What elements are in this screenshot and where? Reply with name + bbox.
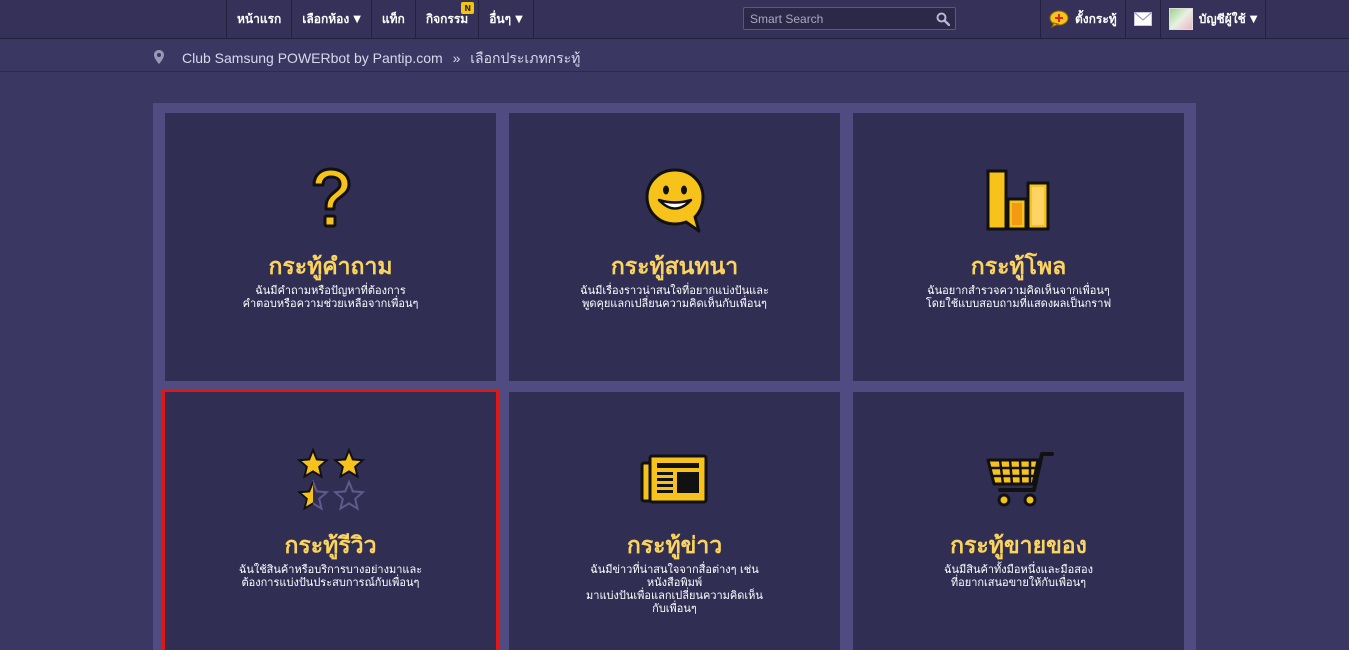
- desc-line: กับเพื่อนๆ: [652, 602, 697, 615]
- create-topic-button[interactable]: ตั้งกระทู้: [1041, 0, 1126, 38]
- card-description: ฉันมีข่าวที่น่าสนใจจากสื่อต่างๆ เช่น หนั…: [539, 563, 810, 615]
- nav-more-label: อื่นๆ: [489, 11, 512, 26]
- create-topic-icon: [1049, 10, 1069, 28]
- new-badge: N: [461, 2, 475, 14]
- envelope-icon: [1133, 12, 1152, 26]
- breadcrumb-club-link[interactable]: Club Samsung POWERbot by Pantip.com: [182, 50, 443, 66]
- breadcrumb: Club Samsung POWERbot by Pantip.com » เล…: [0, 40, 1349, 72]
- nav-tags-label: แท็ก: [381, 11, 405, 26]
- nav-choose-room-label: เลือกห้อง: [302, 11, 350, 26]
- account-menu[interactable]: บัญชีผู้ใช้ ▼: [1161, 0, 1267, 38]
- smiley-chat-icon: [509, 165, 840, 237]
- search-icon[interactable]: [931, 8, 955, 29]
- card-title: กระทู้สนทนา: [610, 254, 739, 280]
- breadcrumb-current: เลือกประเภทกระทู้: [470, 50, 581, 66]
- card-title: กระทู้คำถาม: [268, 254, 393, 280]
- user-menu: ตั้งกระทู้ บัญชีผู้ใช้ ▼: [1040, 0, 1267, 38]
- card-title: กระทู้โพล: [970, 254, 1067, 280]
- desc-line: ฉันมีเรื่องราวน่าสนใจที่อยากแบ่งปันและ: [580, 284, 769, 297]
- nav-choose-room[interactable]: เลือกห้อง ▼: [292, 0, 372, 38]
- messages-button[interactable]: [1126, 0, 1161, 38]
- card-title: กระทู้ขายของ: [950, 533, 1087, 559]
- nav-more[interactable]: อื่นๆ ▼: [479, 0, 534, 38]
- account-label: บัญชีผู้ใช้: [1198, 11, 1246, 26]
- card-title: กระทู้รีวิว: [284, 533, 377, 559]
- desc-line: ฉันอยากสำรวจความคิดเห็นจากเพื่อนๆ: [927, 284, 1110, 297]
- nav-activities[interactable]: กิจกรรม N: [416, 0, 480, 38]
- card-description: ฉันใช้สินค้าหรือบริการบางอย่างมาและ ต้อง…: [195, 563, 466, 589]
- desc-line: ที่อยากเสนอขายให้กับเพื่อนๆ: [950, 576, 1087, 589]
- top-navbar: หน้าแรก เลือกห้อง ▼ แท็ก กิจกรรม N อื่นๆ…: [0, 0, 1349, 39]
- card-description: ฉันมีสินค้าทั้งมือหนึ่งและมือสอง ที่อยาก…: [883, 563, 1154, 589]
- bar-chart-icon: [853, 165, 1184, 237]
- search-input[interactable]: [744, 8, 931, 29]
- desc-line: ฉันมีสินค้าทั้งมือหนึ่งและมือสอง: [944, 563, 1093, 576]
- desc-line: ฉันใช้สินค้าหรือบริการบางอย่างมาและ: [238, 563, 423, 576]
- location-pin-icon: [154, 49, 164, 68]
- chevron-down-icon: ▼: [353, 13, 361, 25]
- shopping-cart-icon: [853, 444, 1184, 516]
- avatar: [1168, 8, 1193, 30]
- desc-line: โดยใช้แบบสอบถามที่แสดงผลเป็นกราฟ: [925, 297, 1112, 310]
- breadcrumb-separator: »: [452, 50, 461, 66]
- question-mark-icon: [165, 165, 496, 237]
- create-topic-label: ตั้งกระทู้: [1075, 11, 1117, 26]
- topic-type-chat[interactable]: กระทู้สนทนา ฉันมีเรื่องราวน่าสนใจที่อยาก…: [509, 113, 840, 381]
- desc-line: มาแบ่งปันเพื่อแลกเปลี่ยนความคิดเห็น: [586, 589, 763, 602]
- chevron-down-icon: ▼: [1249, 13, 1258, 25]
- card-description: ฉันมีคำถามหรือปัญหาที่ต้องการ คำตอบหรือค…: [195, 284, 466, 310]
- desc-line: ฉันมีข่าวที่น่าสนใจจากสื่อต่างๆ เช่น: [590, 563, 759, 576]
- topic-type-grid: กระทู้คำถาม ฉันมีคำถามหรือปัญหาที่ต้องกา…: [153, 103, 1196, 650]
- desc-line: พูดคุยแลกเปลี่ยนความคิดเห็นกับเพื่อนๆ: [582, 297, 767, 310]
- topic-type-poll[interactable]: กระทู้โพล ฉันอยากสำรวจความคิดเห็นจากเพื่…: [853, 113, 1184, 381]
- card-description: ฉันมีเรื่องราวน่าสนใจที่อยากแบ่งปันและ พ…: [539, 284, 810, 310]
- card-title: กระทู้ข่าว: [626, 533, 723, 559]
- smart-search: [743, 7, 956, 30]
- newspaper-icon: [509, 444, 840, 516]
- nav-home[interactable]: หน้าแรก: [227, 0, 293, 38]
- desc-line: หนังสือพิมพ์: [646, 576, 703, 589]
- desc-line: คำตอบหรือความช่วยเหลือจากเพื่อนๆ: [242, 297, 419, 310]
- topic-type-review[interactable]: กระทู้รีวิว ฉันใช้สินค้าหรือบริการบางอย่…: [162, 389, 499, 650]
- chevron-down-icon: ▼: [515, 13, 523, 25]
- topic-type-sell[interactable]: กระทู้ขายของ ฉันมีสินค้าทั้งมือหนึ่งและม…: [853, 392, 1184, 650]
- desc-line: ฉันมีคำถามหรือปัญหาที่ต้องการ: [255, 284, 406, 297]
- main-menu: หน้าแรก เลือกห้อง ▼ แท็ก กิจกรรม N อื่นๆ…: [226, 0, 534, 38]
- breadcrumb-trail: Club Samsung POWERbot by Pantip.com » เล…: [182, 48, 580, 70]
- star-rating-icon: [165, 444, 496, 516]
- topic-type-news[interactable]: กระทู้ข่าว ฉันมีข่าวที่น่าสนใจจากสื่อต่า…: [509, 392, 840, 650]
- card-description: ฉันอยากสำรวจความคิดเห็นจากเพื่อนๆ โดยใช้…: [883, 284, 1154, 310]
- topic-type-question[interactable]: กระทู้คำถาม ฉันมีคำถามหรือปัญหาที่ต้องกา…: [165, 113, 496, 381]
- nav-tags[interactable]: แท็ก: [372, 0, 416, 38]
- nav-home-label: หน้าแรก: [237, 11, 282, 26]
- desc-line: ต้องการแบ่งปันประสบการณ์กับเพื่อนๆ: [241, 576, 420, 589]
